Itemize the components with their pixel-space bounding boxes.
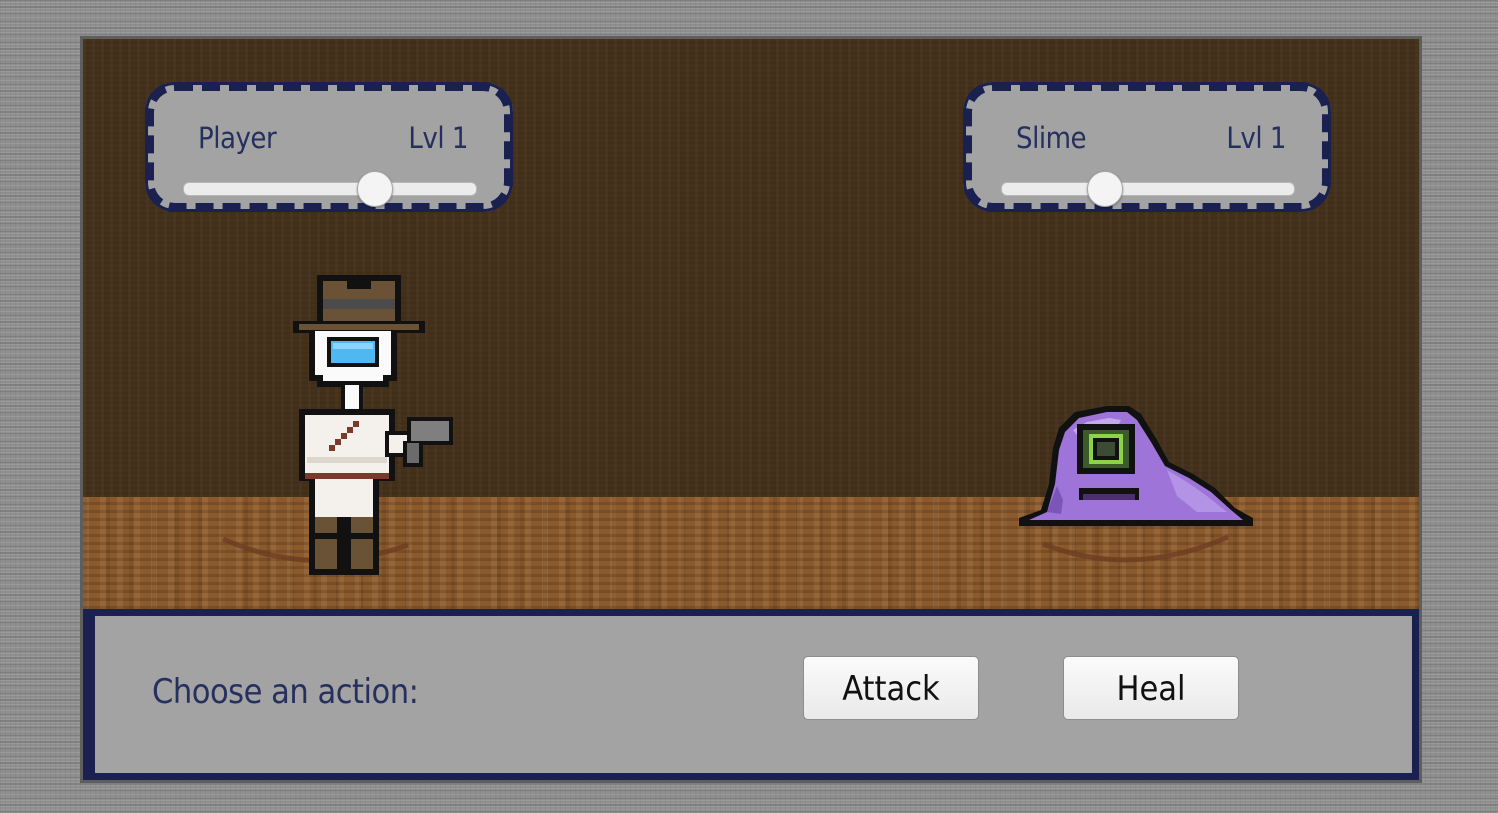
player-hp-slider-thumb[interactable] — [356, 171, 393, 207]
player-name: Player — [198, 121, 277, 155]
heal-button[interactable]: Heal — [1063, 656, 1239, 720]
player-level: Lvl 1 — [408, 121, 468, 155]
player-status-panel: Player Lvl 1 — [145, 82, 513, 212]
enemy-hp-slider-thumb[interactable] — [1087, 171, 1124, 207]
enemy-hp-slider[interactable] — [1001, 171, 1295, 207]
player-hp-slider[interactable] — [183, 171, 477, 207]
action-prompt-text: Choose an action: — [152, 672, 419, 712]
enemy-level: Lvl 1 — [1226, 121, 1286, 155]
slime-enemy-sprite — [1019, 406, 1253, 526]
enemy-name: Slime — [1016, 121, 1087, 155]
player-hp-fill — [184, 183, 374, 195]
attack-button[interactable]: Attack — [803, 656, 979, 720]
action-menu: Choose an action: Attack Heal — [83, 609, 1419, 780]
enemy-status-panel: Slime Lvl 1 — [963, 82, 1331, 212]
player-character-sprite — [293, 275, 453, 575]
battle-scene: Player Lvl 1 Slime Lvl 1 — [83, 39, 1419, 609]
game-window: Player Lvl 1 Slime Lvl 1 Choose an actio… — [80, 36, 1422, 783]
